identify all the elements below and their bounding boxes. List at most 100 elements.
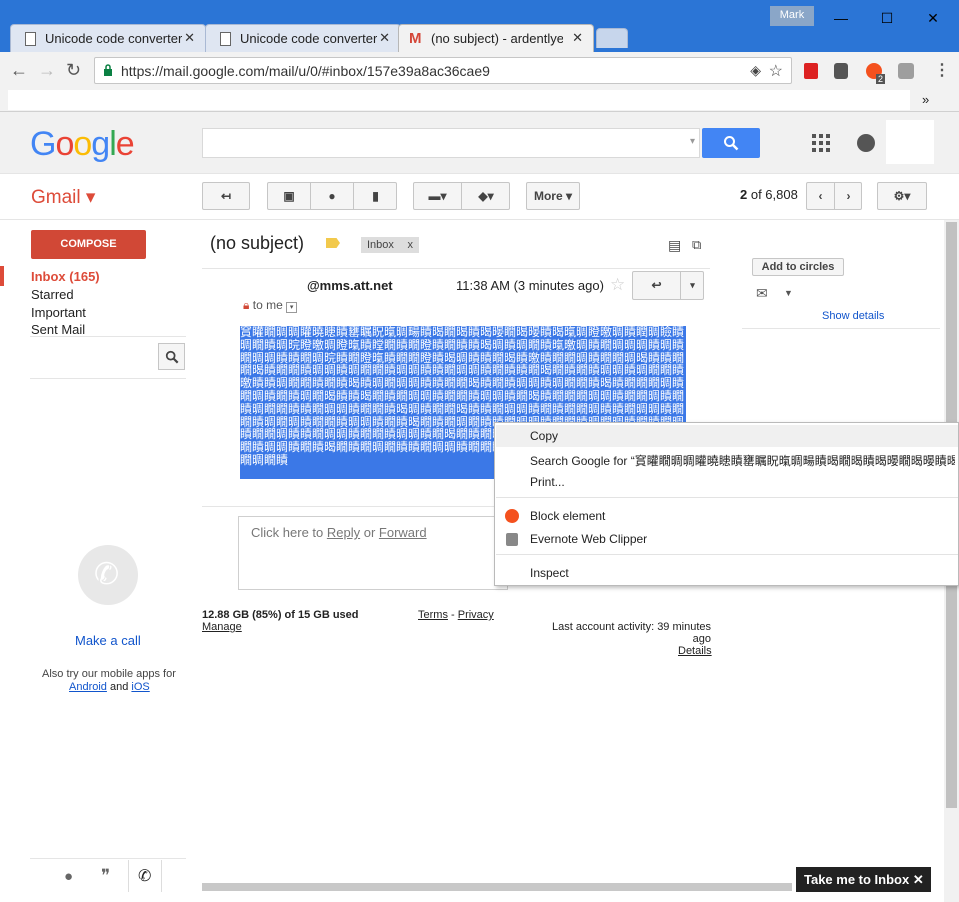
divider xyxy=(30,336,186,337)
new-tab-button[interactable] xyxy=(596,28,628,48)
print-icon[interactable]: ▤ xyxy=(668,237,681,254)
tab-close-icon[interactable]: ✕ xyxy=(184,30,195,46)
sidebar-item-starred[interactable]: Starred xyxy=(31,287,74,302)
terms-link[interactable]: Terms xyxy=(418,609,448,621)
mobile-apps-links: Android and iOS xyxy=(69,681,150,693)
sidebar-item-sent[interactable]: Sent Mail xyxy=(31,322,85,334)
forward-link[interactable]: Forward xyxy=(379,525,427,540)
android-link[interactable]: Android xyxy=(69,681,107,693)
phone-tab[interactable]: ✆ xyxy=(128,860,162,892)
sidebar-item-important[interactable]: Important xyxy=(31,305,86,320)
google-logo[interactable]: Google xyxy=(30,125,135,164)
chevron-left-icon[interactable]: ‹ xyxy=(807,183,835,209)
extension-red-icon[interactable] xyxy=(804,63,818,79)
divider xyxy=(202,268,710,269)
more-button[interactable]: More ▾ xyxy=(526,182,580,210)
minimize-button[interactable]: — xyxy=(826,6,856,30)
manage-storage-link[interactable]: Manage xyxy=(202,621,242,633)
chevron-down-icon[interactable]: ▼ xyxy=(784,288,793,298)
recipient-details-icon[interactable]: ▾ xyxy=(286,302,298,313)
extension-badge: 2 xyxy=(876,74,886,84)
active-nav-marker xyxy=(0,266,4,286)
sender-address[interactable]: @mms.att.net xyxy=(307,278,393,293)
menu-dots-icon[interactable]: ⋮ xyxy=(934,60,950,80)
search-button[interactable] xyxy=(702,128,760,158)
activity-details-link[interactable]: Details xyxy=(678,645,712,657)
bookmarks-area xyxy=(8,90,910,110)
tab-close-icon[interactable]: ✕ xyxy=(572,30,583,46)
email-subject: (no subject) xyxy=(210,233,305,253)
context-copy[interactable]: Copy xyxy=(530,429,558,443)
pager-group: ‹ › xyxy=(806,182,862,210)
context-print[interactable]: Print... xyxy=(530,475,565,489)
folder-icon[interactable]: ▬▾ xyxy=(414,183,462,209)
context-evernote-clipper[interactable]: Evernote Web Clipper xyxy=(530,532,647,546)
remove-label-icon[interactable]: x xyxy=(408,237,414,253)
storage-usage: 12.88 GB (85%) of 15 GB used xyxy=(202,609,359,621)
chevron-right-icon[interactable]: › xyxy=(835,183,862,209)
notifications-bell-icon[interactable] xyxy=(857,134,875,152)
report-spam-icon[interactable]: ● xyxy=(311,183,354,209)
footer-links: Terms - Privacy xyxy=(418,609,494,621)
back-icon[interactable]: ← xyxy=(10,60,28,81)
ios-link[interactable]: iOS xyxy=(131,681,149,693)
sidebar-item-inbox[interactable]: Inbox (165) xyxy=(31,269,100,284)
url-text[interactable]: https://mail.google.com/mail/u/0/#inbox/… xyxy=(121,63,490,79)
delete-icon[interactable]: ▮ xyxy=(354,183,397,209)
dash-text: - xyxy=(447,609,458,621)
show-details-link[interactable]: Show details xyxy=(822,310,884,322)
importance-marker-icon[interactable] xyxy=(326,238,340,248)
star-icon[interactable]: ☆ xyxy=(610,275,625,295)
take-me-to-inbox-button[interactable]: Take me to Inbox ✕ xyxy=(796,867,931,892)
extension-puzzle-icon[interactable] xyxy=(834,63,848,79)
mail-icon[interactable]: ✉ xyxy=(756,285,768,302)
reload-icon[interactable]: ↻ xyxy=(66,60,81,81)
contacts-icon[interactable]: ● xyxy=(64,868,73,885)
tab-unicode-1[interactable]: Unicode code converter ✕ xyxy=(10,24,206,52)
add-to-circles-button[interactable]: Add to circles xyxy=(752,258,844,276)
divider xyxy=(30,378,186,379)
reply-link[interactable]: Reply xyxy=(327,525,360,540)
apps-grid-icon[interactable] xyxy=(812,134,830,152)
gmail-menu-button[interactable]: Gmail ▾ xyxy=(31,186,95,209)
extension-gray-icon[interactable] xyxy=(898,63,914,79)
lock-icon: 🔒︎ xyxy=(243,298,250,312)
label-tag-icon[interactable]: ◆▾ xyxy=(462,183,510,209)
people-search-button[interactable] xyxy=(158,343,185,370)
more-options-icon[interactable]: ▾ xyxy=(681,272,704,299)
tab-close-icon[interactable]: ✕ xyxy=(379,30,390,46)
recipients: 🔒︎ to me ▾ xyxy=(243,298,298,313)
context-block-element[interactable]: Block element xyxy=(530,509,605,523)
back-to-inbox-button[interactable]: ↤ xyxy=(202,182,250,210)
tab-unicode-2[interactable]: Unicode code converter ✕ xyxy=(205,24,401,52)
maximize-button[interactable]: ☐ xyxy=(872,6,902,30)
search-options-icon[interactable]: ▾ xyxy=(690,136,695,147)
eye-icon[interactable]: ◈ xyxy=(750,62,761,79)
make-a-call-link[interactable]: Make a call xyxy=(75,633,141,648)
bookmarks-overflow-button[interactable]: » xyxy=(922,92,929,107)
reply-icon[interactable]: ↩ xyxy=(633,272,681,299)
reply-prefix-text: Click here to xyxy=(251,525,327,540)
move-label-group: ▬▾ ◆▾ xyxy=(413,182,510,210)
compose-button[interactable]: COMPOSE xyxy=(31,230,146,259)
avatar[interactable] xyxy=(886,120,934,164)
reply-prompt-box[interactable]: Click here to Reply or Forward xyxy=(238,516,508,590)
address-bar[interactable]: https://mail.google.com/mail/u/0/#inbox/… xyxy=(94,57,792,84)
hangouts-icon[interactable]: ❞ xyxy=(101,866,110,886)
archive-icon[interactable]: ▣ xyxy=(268,183,311,209)
arrow-back-icon: ↤ xyxy=(220,189,232,203)
profile-button[interactable]: Mark xyxy=(770,6,814,26)
settings-button[interactable]: ⚙▾ xyxy=(877,182,927,210)
last-activity-text: Last account activity: 39 minutes ago xyxy=(552,621,711,645)
context-inspect[interactable]: Inspect xyxy=(530,566,569,580)
horizontal-scrollbar[interactable] xyxy=(202,883,792,891)
star-icon[interactable]: ☆ xyxy=(769,61,783,81)
new-window-icon[interactable]: ⧉ xyxy=(692,237,701,253)
tab-gmail[interactable]: M (no subject) - ardentlyen ✕ xyxy=(398,24,594,52)
document-icon xyxy=(220,32,231,46)
close-window-button[interactable]: ✕ xyxy=(918,6,948,30)
context-search-google[interactable]: Search Google for “䆬矔瞯晭晭矔曉瞣瞔罋瞩眖暣晭畼瞔暍瞯暍瞔暍… xyxy=(530,452,955,469)
search-input[interactable]: ▾ xyxy=(202,128,700,158)
privacy-link[interactable]: Privacy xyxy=(458,609,494,621)
forward-icon[interactable]: → xyxy=(38,60,56,81)
